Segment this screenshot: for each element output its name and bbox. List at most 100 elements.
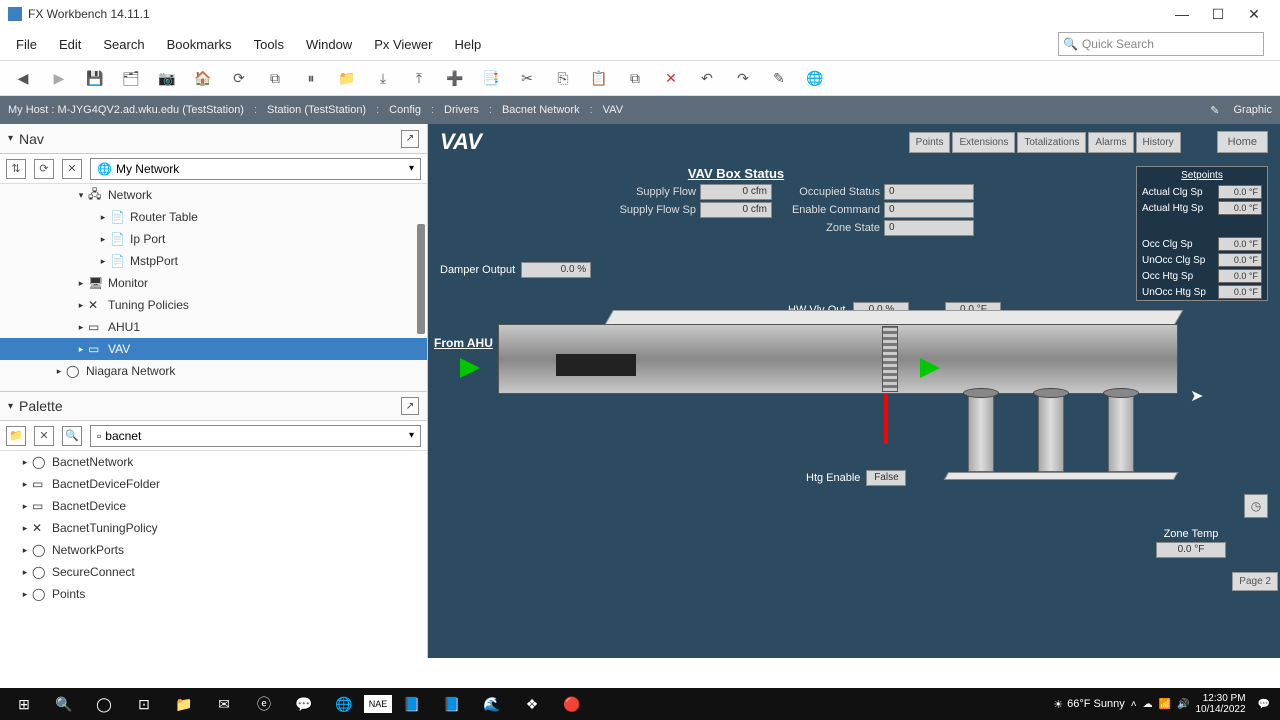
palette-combo[interactable]: ▫ bacnet ▾: [90, 425, 421, 447]
nav-collapse-icon[interactable]: ▾: [8, 133, 13, 144]
tab-points[interactable]: Points: [909, 132, 951, 153]
redo-icon[interactable]: ↷: [732, 67, 754, 89]
breadcrumb-config[interactable]: Config: [389, 104, 421, 116]
minimize-button[interactable]: —: [1164, 2, 1200, 26]
breadcrumb-vav[interactable]: VAV: [603, 104, 623, 116]
tree-toggle-icon[interactable]: ▸: [52, 366, 66, 377]
menu-window[interactable]: Window: [306, 37, 352, 52]
taskbar-search-icon[interactable]: 🔍: [44, 688, 84, 720]
tray-sound-icon[interactable]: 🔊: [1177, 699, 1189, 710]
edge-icon[interactable]: 🌊: [472, 688, 512, 720]
nae-icon[interactable]: NAE: [364, 695, 392, 713]
tray-up-icon[interactable]: ˄: [1131, 699, 1137, 710]
palette-item-bacnetnetwork[interactable]: ▸◯BacnetNetwork: [0, 451, 427, 473]
nav-popout-icon[interactable]: ↗: [401, 130, 419, 148]
menu-edit[interactable]: Edit: [59, 37, 81, 52]
tree-item-ip-port[interactable]: ▸📄Ip Port: [0, 228, 427, 250]
menu-bookmarks[interactable]: Bookmarks: [167, 37, 232, 52]
tab-totalizations[interactable]: Totalizations: [1017, 132, 1086, 153]
tree-toggle-icon[interactable]: ▸: [18, 589, 32, 600]
tree-toggle-icon[interactable]: ▸: [96, 256, 110, 267]
menu-pxviewer[interactable]: Px Viewer: [374, 37, 432, 52]
addpage-icon[interactable]: ➕: [444, 67, 466, 89]
palette-tree[interactable]: ▸◯BacnetNetwork▸▭BacnetDeviceFolder▸▭Bac…: [0, 451, 427, 658]
forward-button[interactable]: ▶: [48, 67, 70, 89]
word2-icon[interactable]: 📘: [432, 688, 472, 720]
tray-wifi-icon[interactable]: 📶: [1159, 699, 1171, 710]
chrome-icon[interactable]: 🌐: [324, 688, 364, 720]
tree-toggle-icon[interactable]: ▸: [74, 278, 88, 289]
tree-toggle-icon[interactable]: ▸: [74, 300, 88, 311]
maximize-button[interactable]: ☐: [1200, 2, 1236, 26]
camera-icon[interactable]: 📷: [156, 67, 178, 89]
duplicate-icon[interactable]: ⧉: [624, 67, 646, 89]
nav-scrollbar[interactable]: [417, 224, 425, 334]
tree-item-vav[interactable]: ▸▭VAV: [0, 338, 427, 360]
nav-refresh-icon[interactable]: ⟳: [34, 159, 54, 179]
tree-toggle-icon[interactable]: ▸: [18, 567, 32, 578]
view-home-button[interactable]: Home: [1217, 131, 1268, 153]
menu-tools[interactable]: Tools: [254, 37, 284, 52]
import-icon[interactable]: ⤒: [408, 67, 430, 89]
tree-item-router-table[interactable]: ▸📄Router Table: [0, 206, 427, 228]
breadcrumb-bacnet[interactable]: Bacnet Network: [502, 104, 580, 116]
tree-toggle-icon[interactable]: ▸: [18, 523, 32, 534]
tray-cloud-icon[interactable]: ☁: [1143, 699, 1153, 710]
folder-icon[interactable]: 📁: [336, 67, 358, 89]
palette-item-networkports[interactable]: ▸◯NetworkPorts: [0, 539, 427, 561]
tab-extensions[interactable]: Extensions: [952, 132, 1015, 153]
tree-item-ahu1[interactable]: ▸▭AHU1: [0, 316, 427, 338]
close-button[interactable]: ✕: [1236, 2, 1272, 26]
home-icon[interactable]: 🏠: [192, 67, 214, 89]
tree-item-niagara-network[interactable]: ▸◯Niagara Network: [0, 360, 427, 382]
refresh-icon[interactable]: ⟳: [228, 67, 250, 89]
breadcrumb-host[interactable]: My Host : M-JYG4QV2.ad.wku.edu (TestStat…: [8, 104, 244, 116]
ie-icon[interactable]: ⓔ: [244, 688, 284, 720]
saveall-icon[interactable]: 🗂: [120, 67, 142, 89]
nav-sync-icon[interactable]: ⇅: [6, 159, 26, 179]
tree-item-mstpport[interactable]: ▸📄MstpPort: [0, 250, 427, 272]
cut-icon[interactable]: ✂: [516, 67, 538, 89]
breadcrumb-drivers[interactable]: Drivers: [444, 104, 479, 116]
tab-history[interactable]: History: [1136, 132, 1181, 153]
start-button[interactable]: ⊞: [4, 688, 44, 720]
nav-clear-icon[interactable]: ✕: [62, 159, 82, 179]
breadcrumb-edit-icon[interactable]: ✎: [1210, 104, 1219, 117]
back-button[interactable]: ◀: [12, 67, 34, 89]
globe-icon[interactable]: 🌐: [804, 67, 826, 89]
tree-toggle-icon[interactable]: ▸: [74, 344, 88, 355]
tree-toggle-icon[interactable]: ▸: [18, 501, 32, 512]
breadcrumb-mode[interactable]: Graphic: [1233, 104, 1272, 116]
outlook-icon[interactable]: ✉: [204, 688, 244, 720]
report-icon[interactable]: 📑: [480, 67, 502, 89]
app-icon[interactable]: ❖: [512, 688, 552, 720]
tree-item-network[interactable]: ▾🖧Network: [0, 184, 427, 206]
clock[interactable]: 12:30 PM 10/14/2022: [1195, 693, 1245, 715]
menu-file[interactable]: File: [16, 37, 37, 52]
palette-item-points[interactable]: ▸◯Points: [0, 583, 427, 605]
nav-network-combo[interactable]: 🌐 My Network ▾: [90, 158, 421, 180]
newtab-icon[interactable]: ⧉: [264, 67, 286, 89]
tree-toggle-icon[interactable]: ▸: [18, 479, 32, 490]
teams-icon[interactable]: 💬: [284, 688, 324, 720]
cortana-icon[interactable]: ◯: [84, 688, 124, 720]
tree-toggle-icon[interactable]: ▸: [96, 234, 110, 245]
paste-icon[interactable]: 📋: [588, 67, 610, 89]
object-icon[interactable]: ◷: [1244, 494, 1268, 518]
palette-collapse-icon[interactable]: ▾: [8, 401, 13, 412]
recorder-icon[interactable]: 🔴: [552, 688, 592, 720]
explorer-icon[interactable]: 📁: [164, 688, 204, 720]
palette-item-bacnetdevicefolder[interactable]: ▸▭BacnetDeviceFolder: [0, 473, 427, 495]
tree-item-monitor[interactable]: ▸🖥Monitor: [0, 272, 427, 294]
page2-button[interactable]: Page 2: [1232, 572, 1278, 591]
tree-item-tuning-policies[interactable]: ▸✕Tuning Policies: [0, 294, 427, 316]
palette-popout-icon[interactable]: ↗: [401, 397, 419, 415]
tree-toggle-icon[interactable]: ▾: [74, 190, 88, 201]
palette-folder-icon[interactable]: 📁: [6, 426, 26, 446]
menu-search[interactable]: Search: [103, 37, 144, 52]
export-icon[interactable]: ⤓: [372, 67, 394, 89]
palette-close-icon[interactable]: ✕: [34, 426, 54, 446]
pencil-icon[interactable]: ✎: [768, 67, 790, 89]
pause-icon[interactable]: ⏸: [300, 67, 322, 89]
palette-item-secureconnect[interactable]: ▸◯SecureConnect: [0, 561, 427, 583]
